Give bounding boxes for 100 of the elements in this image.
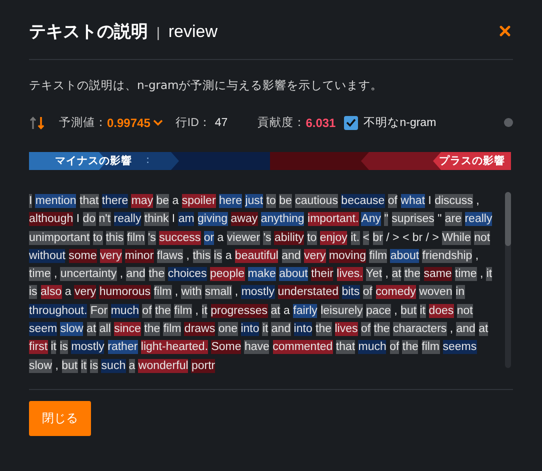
- text-token: here: [218, 194, 242, 208]
- prediction-label: 予測値：: [59, 116, 107, 130]
- text-token: ,: [450, 322, 454, 336]
- text-token: same: [424, 267, 452, 282]
- positive-impact-label: プラスの影響: [438, 154, 506, 168]
- contribution-label: 貢献度：: [258, 116, 306, 130]
- check-icon: [346, 118, 356, 127]
- text-token: humorous: [99, 285, 151, 300]
- sort-arrows-icon: [29, 116, 45, 130]
- text-token: <: [362, 230, 370, 245]
- text-token: to: [307, 230, 317, 245]
- text-token: to: [92, 230, 103, 245]
- text-token: n't: [98, 212, 111, 226]
- text-token: is: [90, 358, 98, 373]
- text-token: 's: [148, 230, 156, 245]
- text-token: that: [80, 194, 99, 208]
- text-token: seem: [29, 322, 58, 336]
- dialog-title: テキストの説明: [29, 20, 148, 42]
- text-token: giving: [198, 212, 228, 226]
- text-token: I: [29, 194, 32, 208]
- text-token: very: [304, 248, 326, 263]
- status-dot: [504, 118, 513, 127]
- text-token: is: [60, 340, 68, 354]
- close-button[interactable]: [497, 23, 513, 39]
- text-token: Yet: [366, 267, 382, 282]
- text-token: ": [438, 212, 442, 226]
- text-token: cautious: [295, 194, 338, 208]
- text-token: into: [240, 322, 260, 336]
- chevron-down-icon: [153, 119, 164, 126]
- text-token: mostly: [71, 340, 104, 354]
- checkbox[interactable]: [344, 116, 358, 130]
- text-token: suprises: [392, 212, 434, 226]
- text-token: although: [29, 212, 74, 226]
- text-token: film: [422, 340, 440, 354]
- text-token: film: [154, 285, 172, 300]
- text-token: at: [270, 304, 280, 318]
- scrollbar-thumb[interactable]: [505, 192, 511, 246]
- text-token: this: [192, 248, 211, 263]
- text-token: does: [428, 304, 454, 318]
- text-token: am: [178, 212, 194, 226]
- text-token: to: [266, 194, 276, 208]
- text-token: have: [244, 340, 270, 354]
- text-token: seems: [442, 340, 477, 354]
- text-token: slow: [60, 322, 84, 336]
- text-token: /: [426, 230, 429, 245]
- text-token: be: [156, 194, 170, 208]
- text-token: at: [478, 322, 488, 336]
- text-token: it: [420, 304, 426, 318]
- text-token: comedy: [376, 285, 416, 300]
- text-token: ,: [480, 267, 484, 282]
- text-token: of: [390, 340, 400, 354]
- checkbox-label: 不明なn-gram: [364, 116, 436, 130]
- text-token: pace: [366, 304, 391, 318]
- text-token: there: [102, 194, 128, 208]
- text-token: film: [174, 304, 192, 318]
- text-token: the: [154, 304, 171, 318]
- prediction-dropdown[interactable]: 0.99745: [107, 116, 164, 130]
- text-token: ,: [186, 248, 190, 263]
- text-token: draws: [184, 322, 216, 336]
- text-token: ,: [385, 267, 388, 282]
- text-token: away: [230, 212, 258, 226]
- text-token: ,: [234, 285, 238, 300]
- text-token: the: [374, 322, 390, 336]
- text-token: since: [114, 322, 141, 336]
- text-token: time: [455, 267, 477, 282]
- text-token: ,: [394, 304, 398, 318]
- text-token: br: [372, 230, 383, 245]
- text-token: because: [341, 194, 385, 208]
- row-id-label: 行ID：: [175, 116, 211, 130]
- text-token: ,: [476, 194, 480, 208]
- sort-button[interactable]: [29, 116, 45, 130]
- text-token: >: [432, 230, 439, 245]
- text-token: flaws: [156, 248, 184, 263]
- text-token: the: [404, 267, 420, 282]
- text-token: ability: [274, 230, 304, 245]
- text-token: a: [128, 358, 136, 373]
- text-token: fairly: [293, 304, 318, 318]
- text-token: their: [311, 267, 334, 282]
- text-token: success: [159, 230, 201, 245]
- text-token: mostly: [241, 285, 275, 300]
- text-token: understated: [278, 285, 339, 300]
- text-token: or: [204, 230, 214, 245]
- text-token: into: [294, 322, 312, 336]
- text-token: 's: [263, 230, 272, 245]
- text-token: spoiler: [182, 194, 216, 208]
- text-token: it.: [350, 230, 360, 245]
- text-token: I: [76, 212, 80, 226]
- legend-separator: :: [146, 154, 150, 168]
- text-token: ,: [55, 358, 58, 373]
- text-token: also: [40, 285, 62, 300]
- text-token: lives.: [336, 267, 363, 282]
- text-token: it: [202, 304, 208, 318]
- text-token: While: [442, 230, 471, 245]
- text-token: I: [172, 212, 176, 226]
- text-token: uncertainty: [60, 267, 117, 282]
- text-token: time: [29, 267, 51, 282]
- text-token: rather: [108, 340, 138, 354]
- text-token: unimportant: [29, 230, 90, 245]
- text-token: people: [210, 267, 245, 282]
- text-token: a: [284, 304, 290, 318]
